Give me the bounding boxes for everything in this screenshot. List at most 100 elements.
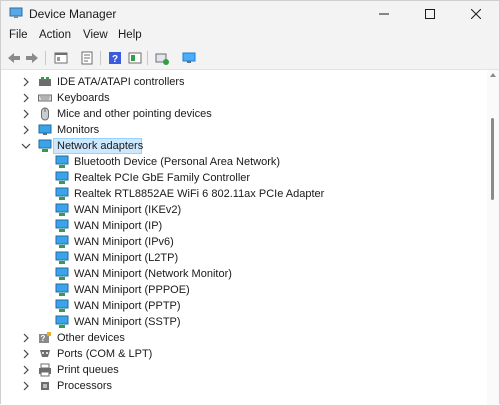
back-icon — [8, 53, 20, 63]
tree-item-label: Monitors — [57, 124, 100, 136]
chevron-down-icon[interactable] — [21, 141, 31, 151]
minimize-icon — [379, 13, 389, 15]
menu-file[interactable]: File — [9, 29, 28, 41]
scrollbar-thumb[interactable] — [491, 118, 494, 200]
device-manager-app-icon — [9, 7, 23, 18]
chevron-right-icon[interactable] — [21, 349, 31, 359]
tree-item-label: Realtek PCIe GbE Family Controller — [74, 172, 251, 184]
update-driver-button[interactable] — [79, 50, 95, 66]
printer-icon — [39, 363, 51, 377]
close-icon — [471, 9, 481, 19]
chevron-right-icon[interactable] — [21, 365, 31, 375]
network-adapter-icon — [55, 219, 69, 232]
tree-item-device[interactable]: WAN Miniport (PPPOE) — [1, 282, 481, 298]
forward-button[interactable] — [24, 50, 40, 66]
close-button[interactable] — [453, 1, 499, 27]
update-driver-icon — [81, 51, 93, 65]
tree-item-label: WAN Miniport (SSTP) — [74, 316, 181, 328]
processor-icon — [41, 382, 49, 390]
tree-item-label: Ports (COM & LPT) — [57, 348, 153, 360]
tree-item-label: Mice and other pointing devices — [57, 108, 212, 120]
tree-item-device[interactable]: WAN Miniport (SSTP) — [1, 314, 481, 330]
chevron-right-icon[interactable] — [21, 333, 31, 343]
network-adapter-icon — [55, 203, 69, 216]
tree-item-label: Bluetooth Device (Personal Area Network) — [74, 156, 281, 168]
chevron-right-icon[interactable] — [21, 93, 31, 103]
chevron-right-icon[interactable] — [21, 77, 31, 87]
window-title: Device Manager — [29, 7, 117, 21]
tree-item-print-queues[interactable]: Print queues — [1, 362, 481, 378]
menu-help[interactable]: Help — [118, 29, 142, 41]
toolbar-separator — [100, 51, 101, 65]
properties-button[interactable] — [53, 50, 69, 66]
keyboard-icon — [38, 94, 52, 102]
chevron-right-icon[interactable] — [21, 109, 31, 119]
tree-item-device[interactable]: Bluetooth Device (Personal Area Network) — [1, 154, 481, 170]
minimize-button[interactable] — [361, 1, 407, 27]
tree-item-label: Print queues — [57, 364, 119, 376]
tree-item-label: IDE ATA/ATAPI controllers — [57, 76, 185, 88]
tree-item-device[interactable]: WAN Miniport (Network Monitor) — [1, 266, 481, 282]
scroll-up-arrow-icon[interactable] — [490, 73, 496, 77]
menu-bar: File Action View Help — [1, 27, 499, 47]
tree-item-label: WAN Miniport (IP) — [74, 220, 163, 232]
tree-item-keyboards[interactable]: Keyboards — [1, 90, 481, 106]
back-button[interactable] — [6, 50, 22, 66]
help-icon: ? — [109, 52, 121, 65]
device-manager-window: Device Manager File Action View Help ? I… — [0, 0, 500, 405]
device-tree[interactable]: IDE ATA/ATAPI controllers Keyboards Mice… — [1, 70, 487, 405]
scan-hardware-button[interactable] — [154, 50, 170, 66]
network-adapter-icon — [55, 283, 69, 296]
tree-item-label: Realtek RTL8852AE WiFi 6 802.11ax PCIe A… — [74, 188, 325, 200]
tree-item-ports[interactable]: Ports (COM & LPT) — [1, 346, 481, 362]
network-adapter-icon — [55, 235, 69, 248]
tree-item-label: WAN Miniport (PPTP) — [74, 300, 181, 312]
maximize-icon — [425, 9, 435, 19]
show-hidden-button[interactable] — [127, 50, 143, 66]
tree-item-monitors[interactable]: Monitors — [1, 122, 481, 138]
tree-item-label: Processors — [57, 380, 113, 392]
tree-item-device[interactable]: WAN Miniport (IKEv2) — [1, 202, 481, 218]
chevron-right-icon[interactable] — [21, 125, 31, 135]
tree-item-label: WAN Miniport (Network Monitor) — [74, 268, 232, 280]
tree-item-device[interactable]: WAN Miniport (L2TP) — [1, 250, 481, 266]
tree-item-device[interactable]: WAN Miniport (PPTP) — [1, 298, 481, 314]
network-adapter-icon — [55, 155, 69, 168]
chevron-right-icon[interactable] — [21, 381, 31, 391]
tree-item-label: Keyboards — [57, 92, 110, 104]
maximize-button[interactable] — [407, 1, 453, 27]
toolbar-separator — [45, 51, 46, 65]
unknown-device-icon: ? — [39, 332, 51, 343]
tree-item-device[interactable]: Realtek RTL8852AE WiFi 6 802.11ax PCIe A… — [1, 186, 481, 202]
tree-item-label: WAN Miniport (L2TP) — [74, 252, 179, 264]
network-adapter-icon — [55, 187, 69, 200]
tree-item-device[interactable]: WAN Miniport (IP) — [1, 218, 481, 234]
ide-controller-icon — [39, 77, 51, 86]
properties-icon — [54, 52, 68, 64]
network-adapter-icon — [38, 139, 52, 152]
tree-item-ide-controllers[interactable]: IDE ATA/ATAPI controllers — [1, 74, 481, 90]
tree-item-device[interactable]: WAN Miniport (IPv6) — [1, 234, 481, 250]
tree-item-label: WAN Miniport (IPv6) — [74, 236, 174, 248]
show-hidden-icon — [128, 52, 142, 64]
help-button[interactable]: ? — [107, 50, 123, 66]
tree-item-label: WAN Miniport (PPPOE) — [74, 284, 190, 296]
title-bar[interactable]: Device Manager — [1, 1, 499, 27]
svg-text:?: ? — [41, 334, 46, 343]
toolbar: ? — [1, 47, 499, 70]
network-adapter-icon — [55, 299, 69, 312]
monitor-button[interactable] — [181, 50, 197, 66]
tree-item-network-adapters[interactable]: Network adapters — [1, 138, 481, 154]
tree-item-other-devices[interactable]: ? Other devices — [1, 330, 481, 346]
menu-action[interactable]: Action — [39, 29, 71, 41]
menu-view[interactable]: View — [83, 29, 108, 41]
port-icon — [40, 350, 50, 357]
toolbar-separator — [147, 51, 148, 65]
tree-item-mice[interactable]: Mice and other pointing devices — [1, 106, 481, 122]
tree-item-device[interactable]: Realtek PCIe GbE Family Controller — [1, 170, 481, 186]
network-adapter-icon — [55, 251, 69, 264]
mouse-icon — [41, 107, 49, 121]
svg-text:?: ? — [112, 54, 118, 65]
vertical-scrollbar[interactable] — [487, 70, 499, 405]
tree-item-processors[interactable]: Processors — [1, 378, 481, 394]
